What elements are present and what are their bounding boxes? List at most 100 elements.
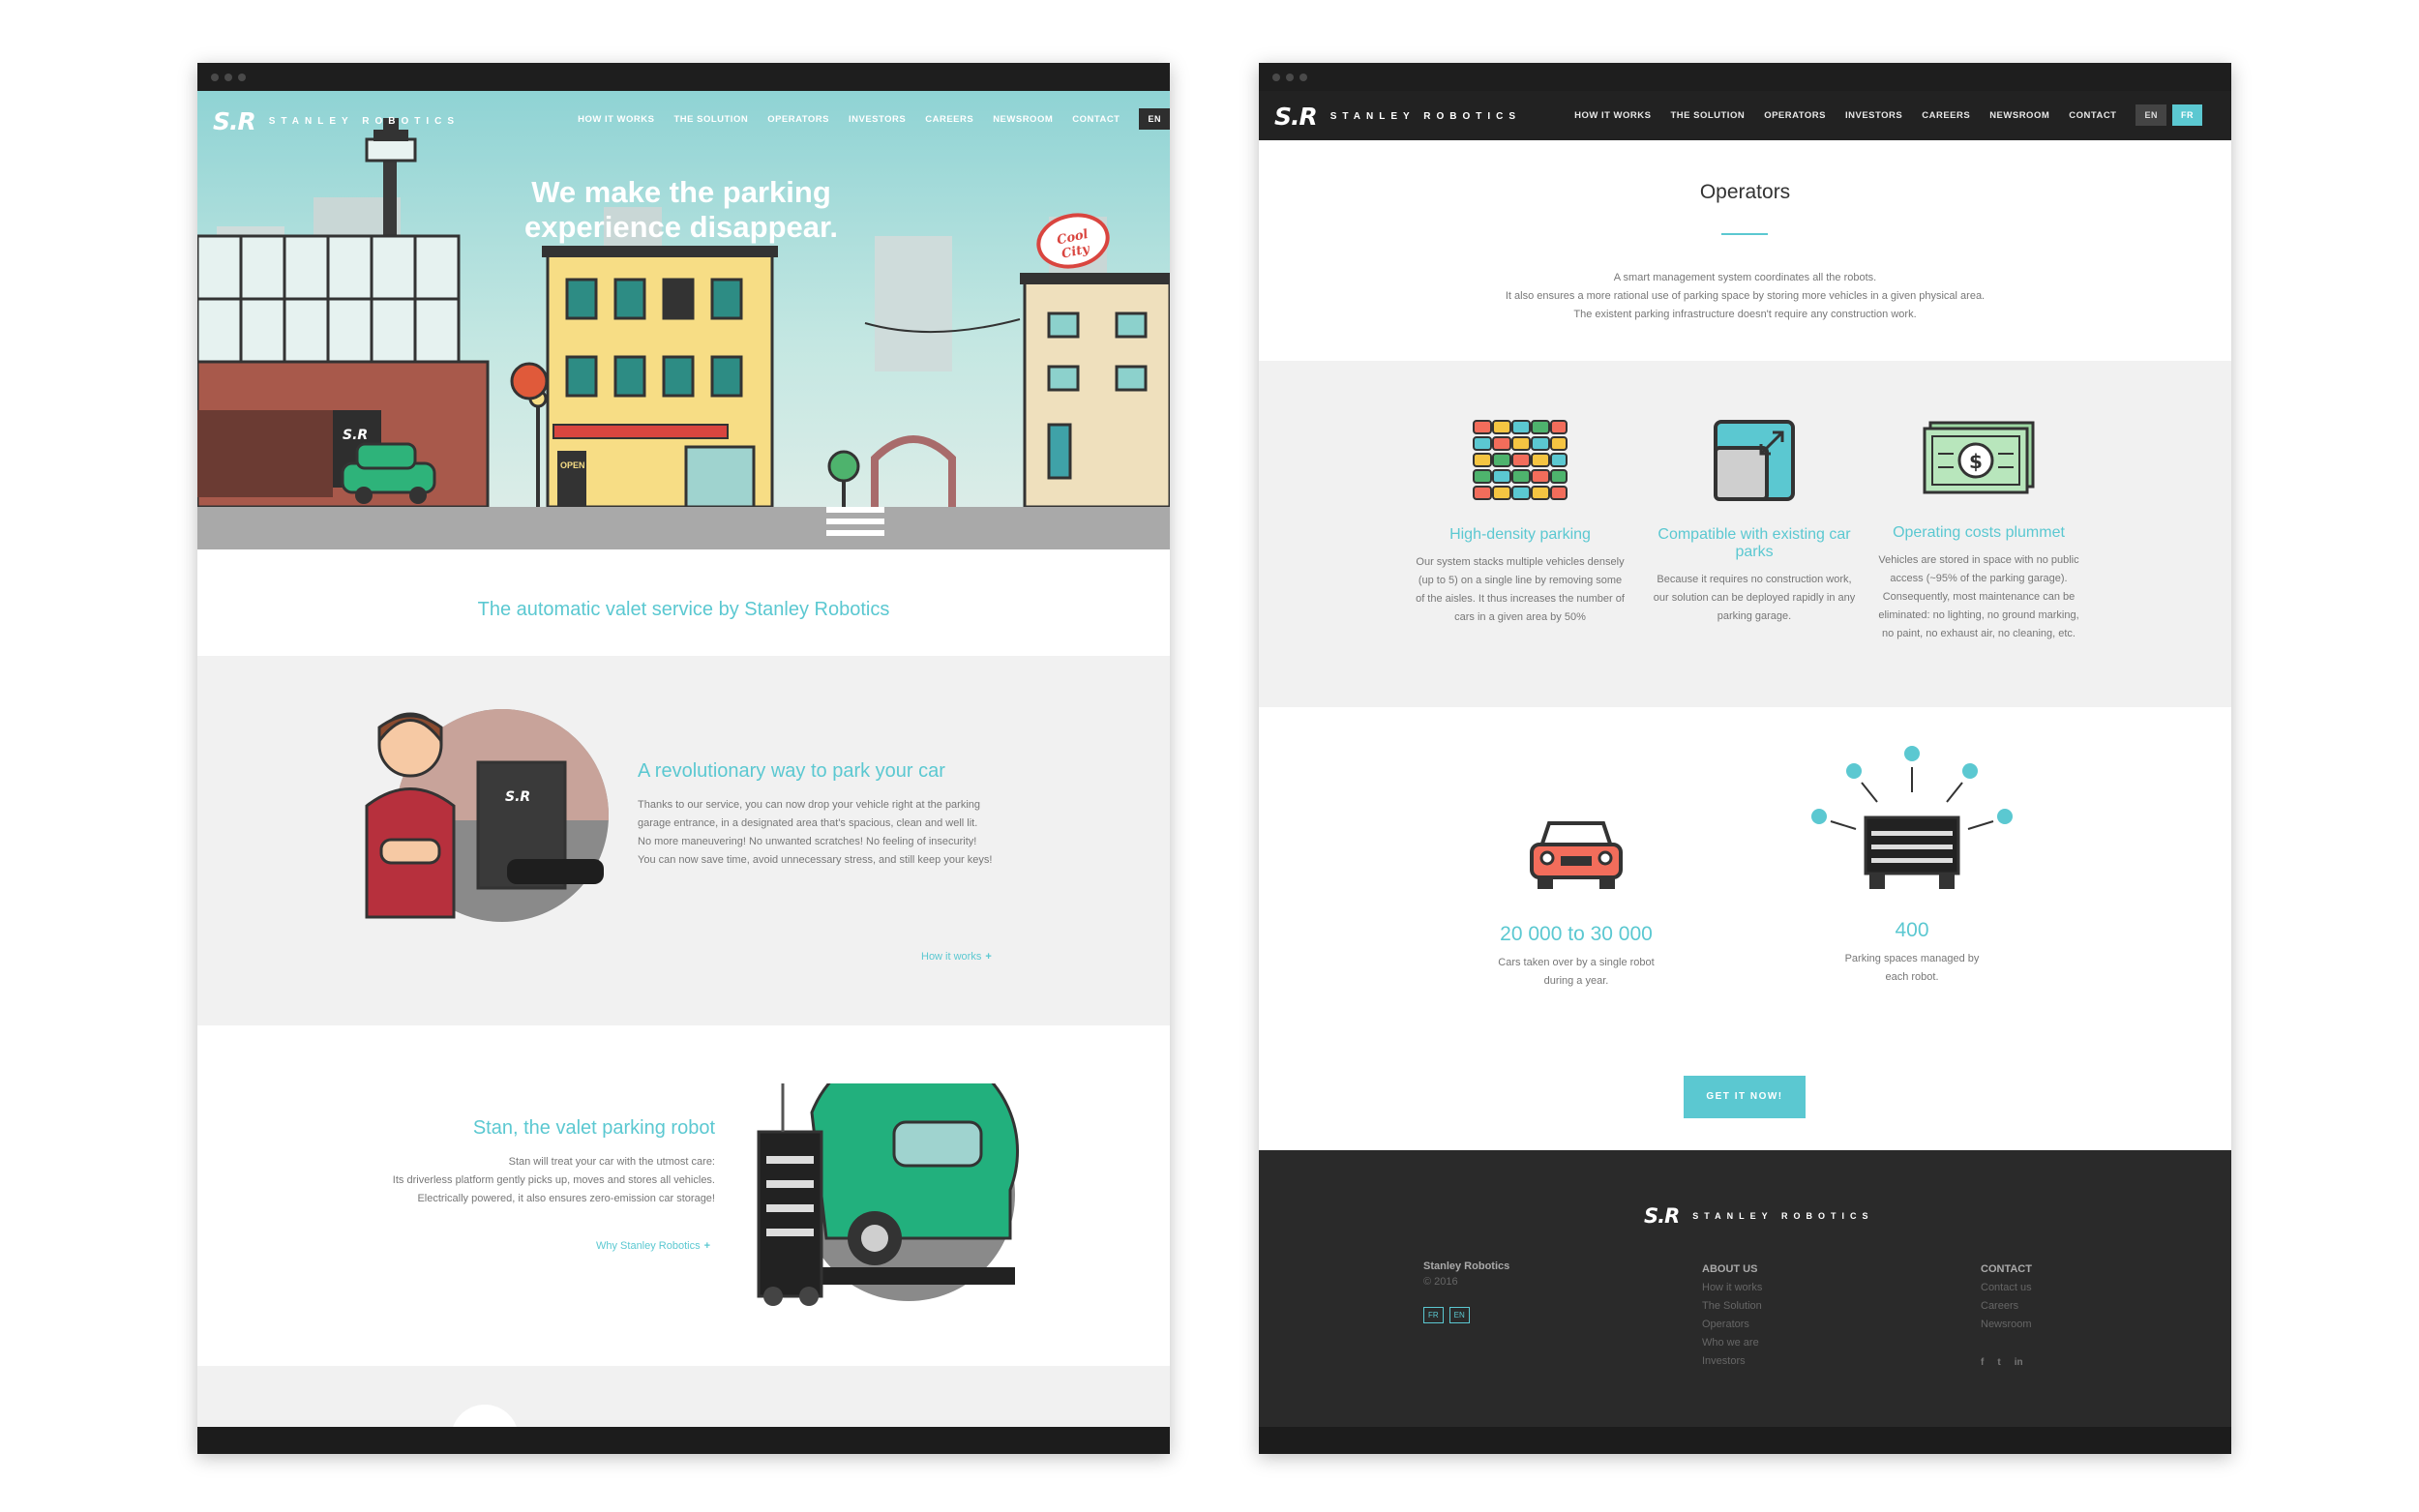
feature-driver-paragraph: No more maneuvering! No unwanted scratch… <box>638 836 977 847</box>
footer-link-investors[interactable]: Investors <box>1702 1352 1762 1371</box>
intro-line: It also ensures a more rational use of p… <box>1505 290 1986 302</box>
logo-mark: S.R <box>1274 103 1318 131</box>
browser-chrome <box>197 63 1170 91</box>
operators-window: S.R STANLEY ROBOTICS HOW IT WORKS THE SO… <box>1259 63 2231 1454</box>
footer-link-newsroom[interactable]: Newsroom <box>1981 1316 2032 1334</box>
robot-network-icon <box>1811 746 2013 889</box>
footer-lang-en[interactable]: EN <box>1448 1307 1470 1323</box>
plus-icon: + <box>985 951 992 963</box>
site-logo[interactable]: S.R STANLEY ROBOTICS <box>1274 103 1521 131</box>
logo-wordmark: STANLEY ROBOTICS <box>268 116 461 127</box>
linkedin-icon[interactable]: in <box>2015 1353 2023 1372</box>
footer-link-solution[interactable]: The Solution <box>1702 1297 1762 1316</box>
nav-contact[interactable]: CONTACT <box>1072 114 1120 125</box>
lang-en-button[interactable]: EN <box>1139 108 1170 130</box>
main-nav: HOW IT WORKS THE SOLUTION OPERATORS INVE… <box>578 108 1170 130</box>
feature-robot-paragraph: Its driverless platform gently picks up,… <box>392 1174 715 1186</box>
nav-operators[interactable]: OPERATORS <box>767 114 829 125</box>
open-sign: OPEN <box>560 460 585 470</box>
nav-operators[interactable]: OPERATORS <box>1764 110 1826 121</box>
site-footer: S.R STANLEY ROBOTICS Stanley Robotics © … <box>1259 1150 2231 1427</box>
feature-robot-paragraph: Electrically powered, it also ensures ze… <box>417 1193 715 1204</box>
benefit-text: Our system stacks multiple vehicles dens… <box>1416 556 1625 623</box>
lang-en-button[interactable]: EN <box>2135 104 2166 126</box>
feature-robot-section: Stan, the valet parking robot Stan will … <box>197 1025 1170 1366</box>
svg-text:$: $ <box>1969 450 1983 473</box>
footer-company: Stanley Robotics © 2016 FR EN <box>1423 1260 1509 1323</box>
plus-icon: + <box>703 1240 711 1252</box>
feature-driver-title: A revolutionary way to park your car <box>638 760 945 782</box>
stat-value: 400 <box>1895 919 1929 941</box>
twitter-icon[interactable]: t <box>1997 1353 2000 1372</box>
facebook-icon[interactable]: f <box>1981 1353 1984 1372</box>
feature-driver-paragraph: You can now save time, avoid unnecessary… <box>638 854 993 866</box>
browser-bottom-bar <box>1259 1427 2231 1454</box>
footer-link-careers[interactable]: Careers <box>1981 1297 2032 1316</box>
footer-link-operators[interactable]: Operators <box>1702 1316 1762 1334</box>
nav-careers[interactable]: CAREERS <box>1922 110 1970 121</box>
tagline-section: The automatic valet service by Stanley R… <box>197 549 1170 656</box>
svg-text:S.R: S.R <box>343 428 368 443</box>
footer-lang-fr[interactable]: FR <box>1423 1307 1444 1323</box>
page-title: Operators <box>1699 181 1791 203</box>
benefit-title: Compatible with existing car parks <box>1657 526 1851 560</box>
benefit-text: Vehicles are stored in space with no pub… <box>1878 554 2079 639</box>
site-logo[interactable]: S.R STANLEY ROBOTICS <box>213 107 460 135</box>
nav-careers[interactable]: CAREERS <box>925 114 973 125</box>
feature-driver-text: A revolutionary way to park your car Tha… <box>638 760 1005 870</box>
footer-about: ABOUT US How it works The Solution Opera… <box>1702 1260 1762 1371</box>
nav-newsroom[interactable]: NEWSROOM <box>993 114 1053 125</box>
robot-illustration <box>757 1083 1020 1306</box>
resize-icon <box>1714 420 1795 501</box>
title-divider <box>1721 233 1768 235</box>
intro-line: The existent parking infrastructure does… <box>1573 309 1917 320</box>
footer-link-who-we-are[interactable]: Who we are <box>1702 1334 1762 1352</box>
intro-line: A smart management system coordinates al… <box>1613 272 1877 283</box>
nav-the-solution[interactable]: THE SOLUTION <box>1670 110 1745 121</box>
footer-contact: CONTACT Contact us Careers Newsroom f t … <box>1981 1260 2032 1372</box>
feature-robot-title: Stan, the valet parking robot <box>472 1117 715 1139</box>
why-stanley-robotics-link[interactable]: Why Stanley Robotics + <box>596 1240 710 1252</box>
lang-fr-button[interactable]: FR <box>2172 104 2202 126</box>
nav-the-solution[interactable]: THE SOLUTION <box>673 114 748 125</box>
window-dot-icon <box>1299 74 1307 81</box>
benefit-high-density: High-density parking Our system stacks m… <box>1414 419 1627 627</box>
footer-lang-switch: FR EN <box>1423 1307 1509 1323</box>
nav-newsroom[interactable]: NEWSROOM <box>1989 110 2049 121</box>
site-header: S.R STANLEY ROBOTICS HOW IT WORKS THE SO… <box>1259 91 2231 140</box>
driver-illustration: S.R <box>365 709 609 922</box>
stats-section: 20 000 to 30 000 Cars taken over by a si… <box>1259 707 2231 1171</box>
footer-link-how-it-works[interactable]: How it works <box>1702 1279 1762 1297</box>
stat-label: Parking spaces managed by each robot. <box>1844 953 1980 983</box>
logo-mark: S.R <box>1644 1204 1680 1228</box>
footer-company-name: Stanley Robotics <box>1423 1260 1510 1272</box>
feature-robot-text: Stan, the valet parking robot Stan will … <box>352 1117 715 1208</box>
footer-logo[interactable]: S.R STANLEY ROBOTICS <box>1644 1204 1873 1228</box>
stacked-cars-icon <box>1473 420 1568 500</box>
footer-link-contact-us[interactable]: Contact us <box>1981 1279 2032 1297</box>
benefit-costs: $ Operating costs plummet Vehicles are s… <box>1872 419 2085 643</box>
logo-wordmark: STANLEY ROBOTICS <box>1692 1211 1874 1221</box>
how-it-works-link-label: How it works <box>921 951 982 963</box>
benefit-title: Operating costs plummet <box>1893 524 2065 541</box>
nav-how-it-works[interactable]: HOW IT WORKS <box>578 114 654 125</box>
city-illustration: S.R <box>197 118 1170 549</box>
feature-driver-paragraph: Thanks to our service, you can now drop … <box>638 799 981 829</box>
window-dot-icon <box>1272 74 1280 81</box>
logo-mark: S.R <box>213 107 256 135</box>
hero-title: We make the parking experience disappear… <box>524 175 838 244</box>
footer-about-title: ABOUT US <box>1702 1263 1758 1275</box>
scroll-circle <box>451 1405 519 1427</box>
nav-how-it-works[interactable]: HOW IT WORKS <box>1574 110 1651 121</box>
get-it-now-button[interactable]: GET IT NOW! <box>1684 1076 1806 1118</box>
feature-robot-paragraph: Stan will treat your car with the utmost… <box>508 1156 715 1168</box>
window-dot-icon <box>1286 74 1294 81</box>
nav-contact[interactable]: CONTACT <box>2069 110 2116 121</box>
footer-copyright: © 2016 <box>1423 1276 1458 1288</box>
nav-investors[interactable]: INVESTORS <box>1845 110 1902 121</box>
window-dot-icon <box>211 74 219 81</box>
hero-section: S.R Cool City OPEN <box>197 91 1170 549</box>
how-it-works-link[interactable]: How it works + <box>921 951 992 963</box>
footer-social: f t in <box>1981 1353 2032 1372</box>
nav-investors[interactable]: INVESTORS <box>849 114 906 125</box>
